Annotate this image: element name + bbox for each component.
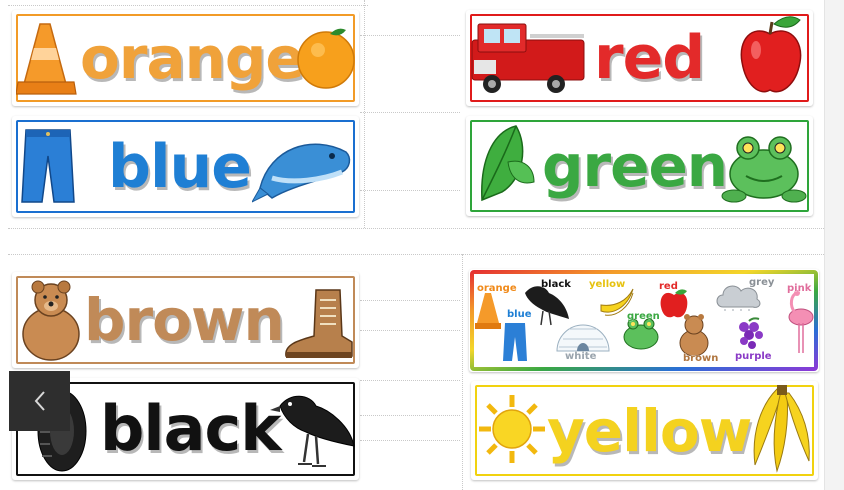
card-word: brown — [83, 286, 286, 354]
divider — [8, 5, 368, 6]
divider — [364, 0, 365, 228]
traffic-cone-icon — [475, 293, 501, 329]
divider — [360, 300, 460, 301]
chart-label-green: green — [627, 311, 660, 323]
chart-label-grey: grey — [749, 277, 775, 289]
card-word: blue — [107, 131, 253, 202]
flamingo-icon — [788, 290, 814, 353]
color-card-green: green — [466, 116, 813, 216]
chart-label-blue: blue — [507, 309, 532, 321]
color-chart-card: orange black yellow red grey pink blue g… — [469, 269, 819, 372]
whale-icon — [252, 143, 351, 203]
divider — [360, 190, 460, 191]
card-word: yellow — [546, 396, 753, 465]
divider — [360, 415, 460, 416]
apple-icon — [740, 16, 802, 93]
previous-button[interactable] — [9, 371, 70, 431]
chart-label-brown: brown — [683, 353, 719, 365]
chevron-left-icon — [34, 391, 45, 411]
color-card-blue: blue — [12, 116, 359, 217]
card-word: green — [541, 132, 729, 200]
card-word: orange — [79, 24, 306, 92]
chart-label-purple: purple — [735, 351, 772, 363]
grapes-icon — [739, 317, 763, 349]
boot-icon — [285, 289, 353, 358]
divider — [462, 254, 463, 490]
frog-icon — [721, 136, 807, 203]
traffic-cone-icon — [16, 23, 77, 95]
divider — [360, 330, 460, 331]
banana-bunch-icon — [753, 385, 810, 473]
bear-icon — [22, 280, 80, 361]
divider — [360, 112, 460, 113]
bear-icon — [679, 314, 709, 357]
page-edge — [824, 0, 844, 490]
jeans-icon — [503, 323, 527, 361]
orange-fruit-icon — [297, 28, 355, 89]
card-word: red — [593, 23, 706, 93]
chart-label-orange: orange — [477, 283, 517, 295]
chart-label-white: white — [565, 351, 597, 363]
chart-label-black: black — [541, 279, 572, 291]
sun-icon — [479, 395, 545, 463]
card-word: black — [99, 392, 282, 465]
color-card-yellow: yellow — [471, 381, 818, 480]
divider — [8, 254, 824, 255]
chart-label-yellow: yellow — [589, 279, 626, 291]
color-card-orange: orange — [12, 10, 359, 106]
divider — [8, 228, 824, 229]
chart-label-red: red — [659, 281, 678, 293]
leaf-icon — [481, 125, 535, 202]
fire-truck-icon — [471, 23, 585, 93]
divider — [360, 35, 460, 36]
chart-label-pink: pink — [787, 283, 812, 295]
jeans-icon — [21, 129, 75, 203]
color-card-brown: brown — [12, 272, 359, 368]
color-card-red: red — [466, 10, 813, 106]
crow-icon — [270, 395, 355, 467]
igloo-icon — [556, 324, 610, 352]
divider — [360, 440, 460, 441]
divider — [360, 380, 460, 381]
